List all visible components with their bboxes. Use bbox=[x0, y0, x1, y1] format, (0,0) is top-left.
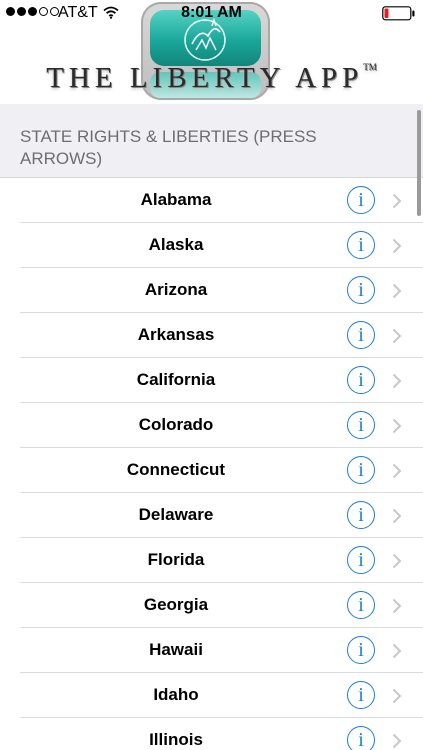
info-icon[interactable]: i bbox=[347, 411, 375, 439]
state-label: Alabama bbox=[140, 190, 212, 209]
banner-title: THE LIBERTY APPTM bbox=[0, 62, 423, 95]
chevron-right-icon[interactable] bbox=[392, 418, 402, 439]
state-label: Georgia bbox=[143, 595, 209, 614]
info-icon[interactable]: i bbox=[347, 726, 375, 750]
state-label: California bbox=[136, 370, 216, 389]
chevron-right-icon[interactable] bbox=[392, 643, 402, 664]
state-row[interactable]: Alaska i bbox=[0, 223, 423, 268]
info-icon[interactable]: i bbox=[347, 681, 375, 709]
chevron-right-icon[interactable] bbox=[392, 508, 402, 529]
info-icon[interactable]: i bbox=[347, 636, 375, 664]
info-icon[interactable]: i bbox=[347, 186, 375, 214]
info-icon[interactable]: i bbox=[347, 231, 375, 259]
state-row[interactable]: Arizona i bbox=[0, 268, 423, 313]
status-bar: AT&T 8:01 AM bbox=[0, 0, 423, 28]
state-row[interactable]: Georgia i bbox=[0, 583, 423, 628]
state-row[interactable]: Illinois i bbox=[0, 718, 423, 750]
chevron-right-icon[interactable] bbox=[392, 463, 402, 484]
state-label: Arkansas bbox=[137, 325, 215, 344]
state-label: Idaho bbox=[153, 685, 199, 704]
info-icon[interactable]: i bbox=[347, 456, 375, 484]
chevron-right-icon[interactable] bbox=[392, 688, 402, 709]
chevron-right-icon[interactable] bbox=[392, 598, 402, 619]
chevron-right-icon[interactable] bbox=[392, 553, 402, 574]
state-label: Delaware bbox=[138, 505, 214, 524]
state-row[interactable]: Colorado i bbox=[0, 403, 423, 448]
section-title: STATE RIGHTS & LIBERTIES (PRESS ARROWS) bbox=[20, 127, 317, 168]
info-icon[interactable]: i bbox=[347, 366, 375, 394]
state-label: Arizona bbox=[144, 280, 208, 299]
banner-title-text: THE LIBERTY APP bbox=[46, 62, 364, 94]
chevron-right-icon[interactable] bbox=[392, 733, 402, 750]
info-icon[interactable]: i bbox=[347, 276, 375, 304]
info-icon[interactable]: i bbox=[347, 321, 375, 349]
state-label: Florida bbox=[147, 550, 205, 569]
chevron-right-icon[interactable] bbox=[392, 193, 402, 214]
info-icon[interactable]: i bbox=[347, 546, 375, 574]
section-header: STATE RIGHTS & LIBERTIES (PRESS ARROWS) bbox=[0, 104, 423, 178]
scrollbar[interactable] bbox=[417, 110, 421, 216]
state-label: Hawaii bbox=[149, 640, 203, 659]
state-row[interactable]: Delaware i bbox=[0, 493, 423, 538]
state-row[interactable]: Hawaii i bbox=[0, 628, 423, 673]
state-row[interactable]: Alabama i bbox=[0, 178, 423, 223]
state-row[interactable]: Idaho i bbox=[0, 673, 423, 718]
info-icon[interactable]: i bbox=[347, 591, 375, 619]
state-row[interactable]: California i bbox=[0, 358, 423, 403]
state-row[interactable]: Connecticut i bbox=[0, 448, 423, 493]
status-time: 8:01 AM bbox=[181, 4, 242, 21]
trademark-mark: TM bbox=[363, 62, 377, 72]
battery-icon bbox=[382, 6, 416, 26]
state-label: Connecticut bbox=[126, 460, 226, 479]
chevron-right-icon[interactable] bbox=[392, 283, 402, 304]
state-row[interactable]: Arkansas i bbox=[0, 313, 423, 358]
state-label: Colorado bbox=[138, 415, 214, 434]
state-list: Alabama i Alaska i Arizona i Arkansas i Californ… bbox=[0, 178, 423, 750]
info-icon[interactable]: i bbox=[347, 501, 375, 529]
chevron-right-icon[interactable] bbox=[392, 238, 402, 259]
screen: THE LIBERTY APPTM AT&T 8:01 AM STATE RIG… bbox=[0, 0, 423, 750]
chevron-right-icon[interactable] bbox=[392, 373, 402, 394]
state-row[interactable]: Florida i bbox=[0, 538, 423, 583]
state-label: Illinois bbox=[149, 730, 203, 749]
state-label: Alaska bbox=[148, 235, 204, 254]
chevron-right-icon[interactable] bbox=[392, 328, 402, 349]
